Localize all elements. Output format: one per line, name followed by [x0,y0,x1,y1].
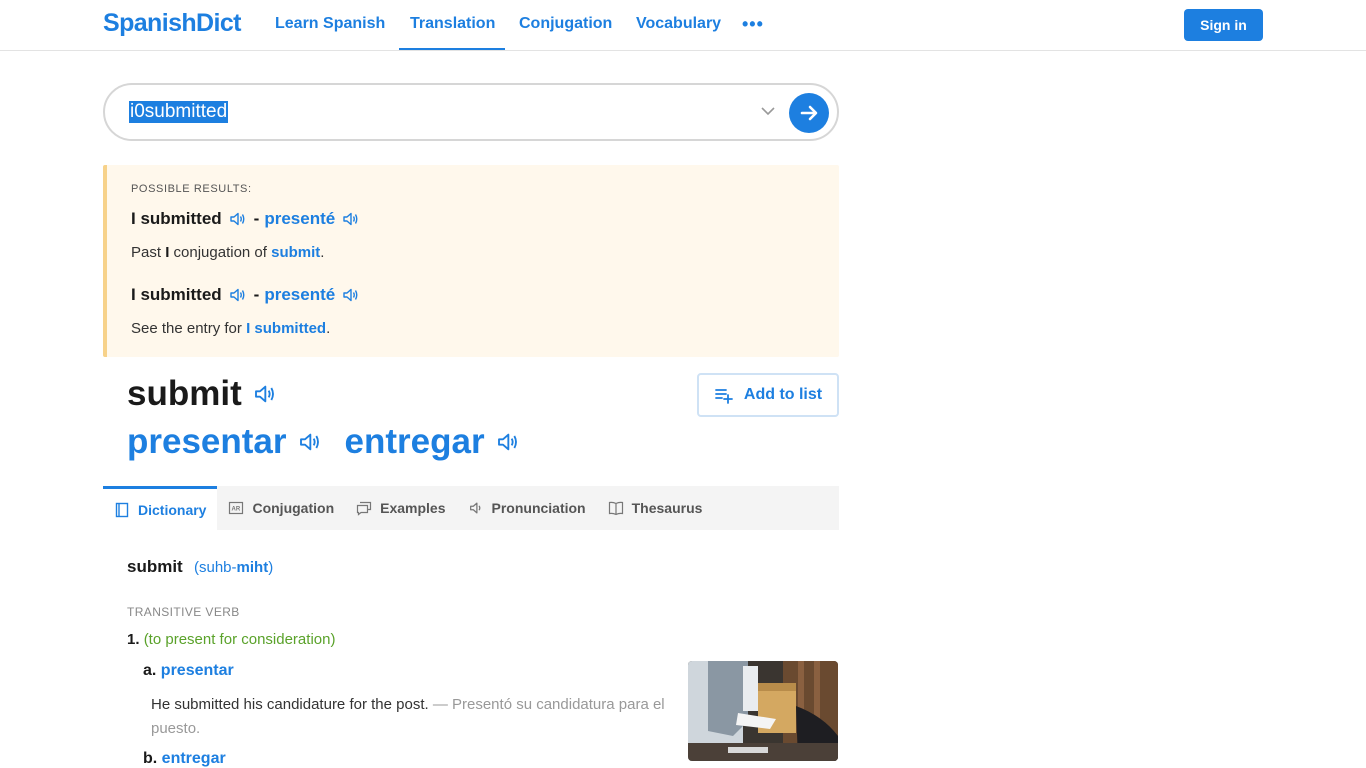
tab-conjugation[interactable]: AR Conjugation [217,486,345,530]
speaker-icon[interactable] [228,210,246,228]
result-description: Past I conjugation of submit. [131,244,324,261]
sign-in-button[interactable]: Sign in [1184,9,1263,41]
result-translation-link[interactable]: presenté [264,285,335,305]
nav-conjugation[interactable]: Conjugation [519,15,612,33]
tab-thesaurus[interactable]: Thesaurus [597,486,714,530]
nav-active-indicator [399,48,505,50]
result-phrase: I submitted [131,209,222,228]
add-to-list-label: Add to list [743,386,823,403]
search-input[interactable]: i0submitted [103,83,839,141]
nav-translation[interactable]: Translation [410,15,495,33]
illustration-image [688,661,838,761]
speaker-icon[interactable] [252,382,276,406]
result-translation-link[interactable]: presenté [264,209,335,229]
desc-text: Past [131,244,162,261]
book-icon [115,502,129,517]
tab-label: Conjugation [252,500,335,516]
arrow-right-icon [800,105,818,121]
subsense-translation-link[interactable]: entregar [162,750,226,767]
entry-tabs: Dictionary AR Conjugation Examples Pronu… [103,486,839,530]
pron-part: ) [268,559,274,576]
search-submit-button[interactable] [789,93,829,133]
pronunciation-guide[interactable]: (suhb-miht) [194,559,273,576]
nav-learn-spanish[interactable]: Learn Spanish [275,15,385,33]
subsense-letter: a. [143,662,157,679]
tab-pronunciation[interactable]: Pronunciation [457,486,597,530]
open-book-icon [608,501,623,516]
speaker-icon[interactable] [228,286,246,304]
quick-translations: presentar entregar [127,422,519,462]
result-dash: - [253,285,260,304]
search-input-value[interactable]: i0submitted [129,101,229,123]
result-description: See the entry for I submitted. [131,320,330,337]
result-phrase: I submitted [131,285,222,304]
top-header: SpanishDict Learn Spanish Translation Co… [0,0,1366,51]
speaker-icon[interactable] [341,210,359,228]
subsense-translation-link[interactable]: presentar [161,662,234,679]
spanishdict-logo[interactable]: SpanishDict [103,9,241,38]
svg-text:AR: AR [232,507,241,513]
speaker-icon[interactable] [341,286,359,304]
possible-results-box: POSSIBLE RESULTS: I submitted - presenté… [103,165,839,357]
result-dash: - [253,209,260,228]
speaker-icon[interactable] [297,430,321,454]
tab-label: Examples [380,500,446,516]
tab-label: Dictionary [138,501,207,518]
desc-link-i-submitted[interactable]: I submitted [246,320,326,337]
desc-bold: I [165,244,170,261]
result-line: I submitted - presenté [131,285,367,305]
headword-text: submit [127,374,242,413]
desc-text: . [326,320,331,337]
pron-part: (suhb- [194,559,237,576]
headword: submit [127,374,276,414]
more-menu-icon[interactable]: ••• [742,14,764,35]
sense-number: 1. [127,631,140,648]
playlist-add-icon [714,389,733,404]
result-line: I submitted - presenté [131,209,367,229]
nav-vocabulary[interactable]: Vocabulary [636,15,721,33]
desc-link-submit[interactable]: submit [271,244,320,261]
desc-text: conjugation of [173,244,267,261]
tab-examples[interactable]: Examples [345,486,456,530]
dictionary-word: submit [127,557,183,576]
part-of-speech: TRANSITIVE VERB [127,605,240,619]
tab-dictionary[interactable]: Dictionary [103,486,218,530]
possible-results-title: POSSIBLE RESULTS: [131,183,252,195]
tab-label: Pronunciation [491,500,586,516]
handing-envelope-illustration [688,661,838,761]
translation-presentar[interactable]: presentar [127,422,287,462]
sense-context: (to present for consideration) [143,631,336,648]
speaker-icon [469,502,480,514]
speech-bubbles-icon [357,501,372,516]
example-english: He submitted his candidature for the pos… [151,696,429,713]
pron-stress: miht [236,559,269,576]
desc-text: . [320,244,325,261]
subsense-letter: b. [143,750,158,767]
desc-text: See the entry for [131,320,242,337]
example-dash: — [428,696,452,713]
translation-entregar[interactable]: entregar [345,422,485,462]
subsense-b: b. entregar [143,750,226,768]
add-to-list-button[interactable]: Add to list [697,373,839,417]
sense-1: 1. (to present for consideration) [127,631,335,648]
conjugation-icon: AR [229,501,244,515]
tab-label: Thesaurus [631,500,703,516]
example-sentence: He submitted his candidature for the pos… [151,693,671,741]
chevron-down-icon[interactable] [760,103,776,119]
subsense-a: a. presentar [143,662,234,680]
speaker-icon[interactable] [495,430,519,454]
